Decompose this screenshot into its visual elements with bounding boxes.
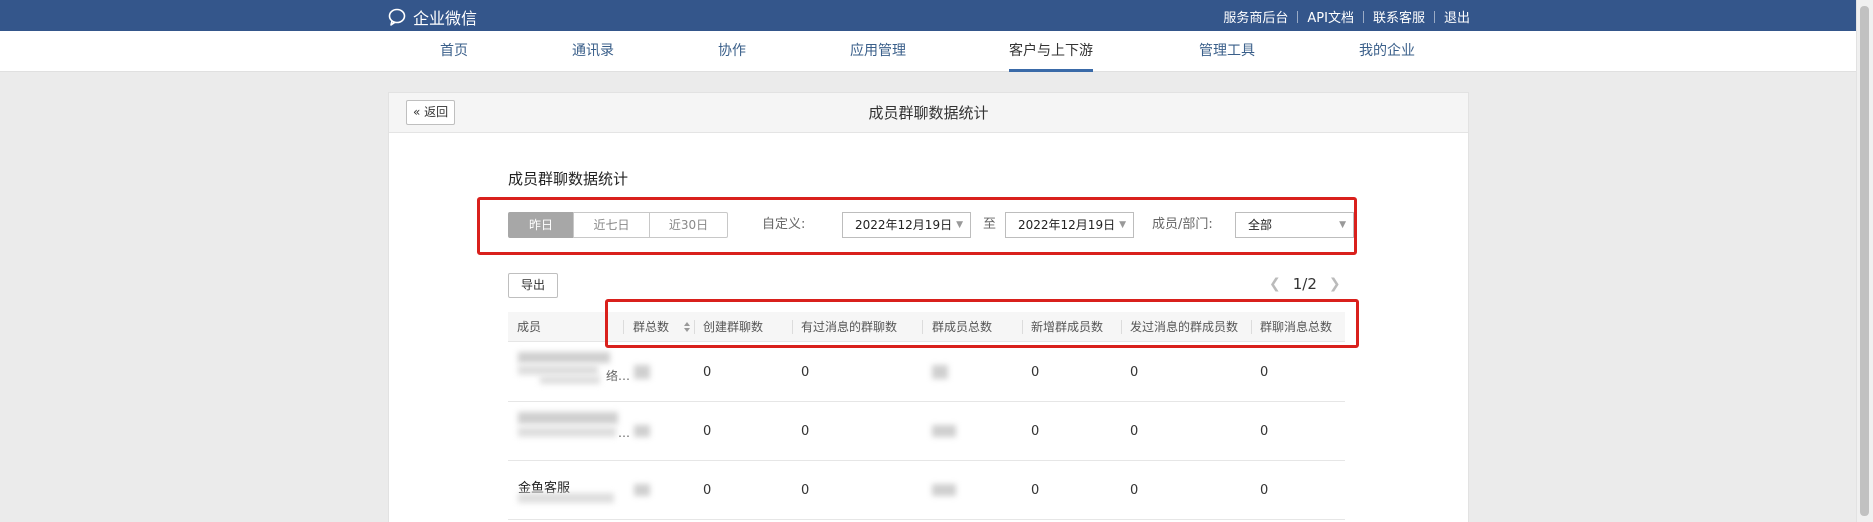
col-groups-with-messages: 有过消息的群聊数 bbox=[801, 320, 898, 334]
top-bar: 企业微信 服务商后台 API文档 联系客服 退出 bbox=[0, 0, 1856, 31]
members-with-messages-value: 0 bbox=[1130, 365, 1139, 380]
divider bbox=[922, 320, 923, 334]
new-members-value: 0 bbox=[1031, 365, 1040, 380]
redacted-member-detail bbox=[518, 427, 616, 437]
col-total-groups[interactable]: 群总数 bbox=[633, 312, 669, 342]
section-title: 成员群聊数据统计 bbox=[508, 170, 629, 188]
redacted-member-detail bbox=[518, 365, 598, 375]
sort-icon[interactable] bbox=[684, 322, 690, 332]
member-dept-label: 成员/部门: bbox=[1152, 217, 1213, 232]
nav-customers[interactable]: 客户与上下游 bbox=[1009, 31, 1093, 72]
start-date-picker[interactable]: 2022年12月19日 ▼ bbox=[842, 212, 971, 238]
members-with-messages-value: 0 bbox=[1130, 424, 1139, 439]
redacted-total-groups bbox=[634, 425, 650, 437]
table-row[interactable]: 金鱼客服 0 0 0 0 0 bbox=[508, 461, 1345, 520]
table-row[interactable]: … 0 0 0 0 0 bbox=[508, 402, 1345, 461]
custom-range-label: 自定义: bbox=[762, 217, 806, 232]
range-7days-tab[interactable]: 近七日 bbox=[573, 212, 650, 238]
chevron-left-icon[interactable]: ❮ bbox=[1269, 276, 1281, 292]
export-button[interactable]: 导出 bbox=[508, 273, 558, 298]
start-date-value: 2022年12月19日 bbox=[855, 218, 953, 232]
redacted-total-groups bbox=[634, 365, 650, 379]
to-label: 至 bbox=[983, 217, 997, 232]
divider bbox=[1022, 320, 1023, 334]
new-members-value: 0 bbox=[1031, 424, 1040, 439]
nav-home[interactable]: 首页 bbox=[440, 31, 468, 72]
total-messages-value: 0 bbox=[1260, 483, 1269, 498]
new-members-value: 0 bbox=[1031, 483, 1040, 498]
col-total-members: 群成员总数 bbox=[932, 320, 993, 334]
top-links: 服务商后台 API文档 联系客服 退出 bbox=[1223, 7, 1470, 26]
member-dept-value: 全部 bbox=[1248, 218, 1273, 232]
member-dept-text: … bbox=[618, 426, 630, 440]
created-groups-value: 0 bbox=[703, 483, 712, 498]
col-member: 成员 bbox=[517, 320, 542, 334]
chevron-right-icon[interactable]: ❯ bbox=[1329, 276, 1341, 292]
members-with-messages-value: 0 bbox=[1130, 483, 1139, 498]
redacted-member-detail bbox=[518, 493, 614, 503]
main-nav: 首页 通讯录 协作 应用管理 客户与上下游 管理工具 我的企业 bbox=[0, 31, 1856, 72]
col-created-groups: 创建群聊数 bbox=[703, 320, 764, 334]
app-logo[interactable]: 企业微信 bbox=[388, 5, 477, 29]
nav-my-enterprise[interactable]: 我的企业 bbox=[1359, 31, 1415, 72]
redacted-member-detail bbox=[540, 376, 600, 384]
divider bbox=[1297, 10, 1299, 23]
end-date-value: 2022年12月19日 bbox=[1018, 218, 1116, 232]
caret-down-icon: ▼ bbox=[1119, 220, 1126, 230]
redacted-member-name bbox=[518, 352, 610, 363]
end-date-picker[interactable]: 2022年12月19日 ▼ bbox=[1005, 212, 1134, 238]
wecom-logo-icon bbox=[388, 8, 408, 26]
caret-down-icon: ▼ bbox=[1339, 220, 1346, 230]
app-name: 企业微信 bbox=[413, 9, 478, 28]
divider bbox=[1251, 320, 1252, 334]
member-dept-select[interactable]: 全部 ▼ bbox=[1235, 212, 1354, 238]
content-panel: « 返回 成员群聊数据统计 成员群聊数据统计 昨日 近七日 近30日 自定义: … bbox=[388, 92, 1469, 522]
pagination: ❮ 1/2 ❯ bbox=[1269, 275, 1341, 293]
scrollbar-thumb[interactable] bbox=[1860, 6, 1869, 516]
service-provider-link[interactable]: 服务商后台 bbox=[1223, 7, 1288, 26]
nav-management-tools[interactable]: 管理工具 bbox=[1199, 31, 1255, 72]
created-groups-value: 0 bbox=[703, 424, 712, 439]
range-yesterday-tab[interactable]: 昨日 bbox=[508, 212, 574, 238]
divider bbox=[623, 320, 624, 334]
divider bbox=[1433, 10, 1435, 23]
contact-support-link[interactable]: 联系客服 bbox=[1373, 7, 1425, 26]
redacted-total-members bbox=[932, 365, 948, 379]
divider bbox=[1362, 10, 1364, 23]
total-messages-value: 0 bbox=[1260, 365, 1269, 380]
divider bbox=[694, 320, 695, 334]
groups-with-messages-value: 0 bbox=[801, 483, 810, 498]
nav-collaboration[interactable]: 协作 bbox=[718, 31, 746, 72]
created-groups-value: 0 bbox=[703, 365, 712, 380]
redacted-total-members bbox=[932, 484, 956, 496]
total-messages-value: 0 bbox=[1260, 424, 1269, 439]
redacted-member-name bbox=[518, 412, 618, 424]
page-indicator: 1/2 bbox=[1292, 275, 1317, 293]
divider bbox=[792, 320, 793, 334]
nav-app-management[interactable]: 应用管理 bbox=[850, 31, 906, 72]
divider bbox=[1121, 320, 1122, 334]
range-30days-tab[interactable]: 近30日 bbox=[649, 212, 728, 238]
redacted-total-groups bbox=[634, 484, 650, 496]
caret-down-icon: ▼ bbox=[956, 220, 963, 230]
groups-with-messages-value: 0 bbox=[801, 424, 810, 439]
table-row[interactable]: 络… 0 0 0 0 0 bbox=[508, 343, 1345, 402]
col-new-members: 新增群成员数 bbox=[1031, 320, 1104, 334]
page-title: 成员群聊数据统计 bbox=[868, 104, 989, 122]
nav-contacts[interactable]: 通讯录 bbox=[572, 31, 614, 72]
member-dept-text: 络… bbox=[606, 369, 631, 383]
panel-header: « 返回 成员群聊数据统计 bbox=[389, 93, 1468, 133]
redacted-total-members bbox=[932, 425, 956, 437]
api-docs-link[interactable]: API文档 bbox=[1307, 7, 1354, 26]
col-total-messages: 群聊消息总数 bbox=[1260, 320, 1333, 334]
groups-with-messages-value: 0 bbox=[801, 365, 810, 380]
table-header: 成员 群总数 创建群聊数 有过消息的群聊数 群成员总数 新增群成员数 发过消息的… bbox=[508, 312, 1345, 342]
col-members-with-messages: 发过消息的群成员数 bbox=[1130, 320, 1239, 334]
logout-link[interactable]: 退出 bbox=[1444, 7, 1470, 26]
